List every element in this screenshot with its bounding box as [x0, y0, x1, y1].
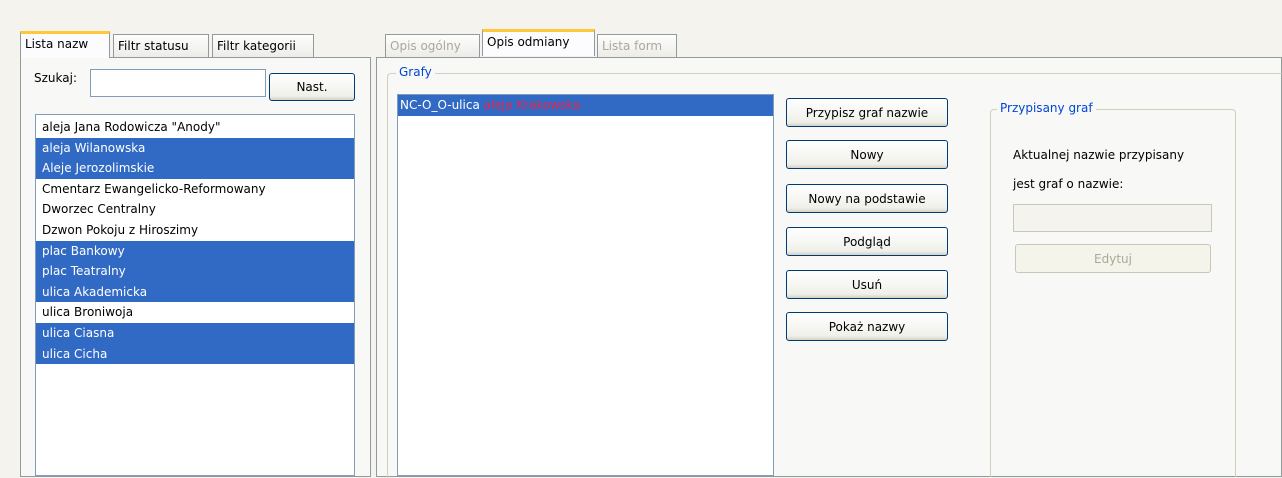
assigned-text-2: jest graf o nazwie: [1013, 177, 1124, 191]
tab-filtr-statusu[interactable]: Filtr statusu [113, 34, 209, 58]
new-based-button[interactable]: Nowy na podstawie [786, 184, 948, 213]
list-item[interactable]: ulica Cicha [36, 343, 354, 365]
assigned-groupbox [990, 109, 1236, 477]
edit-button: Edytuj [1015, 244, 1211, 273]
search-label: Szukaj: [34, 71, 77, 85]
next-button[interactable]: Nast. [269, 73, 355, 101]
list-item[interactable]: plac Bankowy [36, 240, 354, 262]
assign-graph-button[interactable]: Przypisz graf nazwie [786, 98, 948, 127]
preview-button[interactable]: Podgląd [786, 227, 948, 256]
show-names-button[interactable]: Pokaż nazwy [786, 312, 948, 341]
list-item[interactable]: Aleje Jerozolimskie [36, 158, 354, 179]
assigned-text-1: Aktualnej nazwie przypisany [1013, 148, 1185, 162]
names-list[interactable]: aleja Jana Rodowicza "Anody" aleja Wilano… [35, 114, 355, 476]
assigned-title: Przypisany graf [997, 101, 1096, 115]
new-button[interactable]: Nowy [786, 140, 948, 169]
grafy-list-item[interactable]: NC-O_O-ulica aleja Krakowska [398, 95, 773, 116]
list-item[interactable]: ulica Broniwoja [36, 302, 354, 323]
list-item[interactable]: plac Teatralny [36, 261, 354, 282]
tab-lista-nazw[interactable]: Lista nazw [20, 31, 110, 58]
graf-name: aleja Krakowska [483, 98, 581, 112]
list-item[interactable]: ulica Ciasna [36, 322, 354, 344]
grafy-list[interactable]: NC-O_O-ulica aleja Krakowska [397, 94, 774, 476]
delete-button[interactable]: Usuń [786, 270, 948, 299]
tab-filtr-kategorii[interactable]: Filtr kategorii [212, 34, 314, 58]
list-item[interactable]: Cmentarz Ewangelicko-Reformowany [36, 179, 354, 200]
list-item[interactable]: aleja Wilanowska [36, 137, 354, 159]
graf-code: NC-O_O-ulica [400, 98, 480, 112]
list-item[interactable]: ulica Akademicka [36, 281, 354, 303]
tab-opis-odmiany[interactable]: Opis odmiany [482, 29, 595, 56]
search-input[interactable] [90, 69, 266, 97]
list-item[interactable]: Dworzec Centralny [36, 199, 354, 220]
assigned-graph-field [1013, 204, 1212, 232]
grafy-title: Grafy [396, 65, 435, 79]
tab-lista-form: Lista form [597, 34, 677, 58]
list-item[interactable]: aleja Jana Rodowicza "Anody" [36, 117, 354, 138]
tab-opis-ogolny: Opis ogólny [385, 34, 480, 58]
list-item[interactable]: Dzwon Pokoju z Hiroszimy [36, 220, 354, 241]
